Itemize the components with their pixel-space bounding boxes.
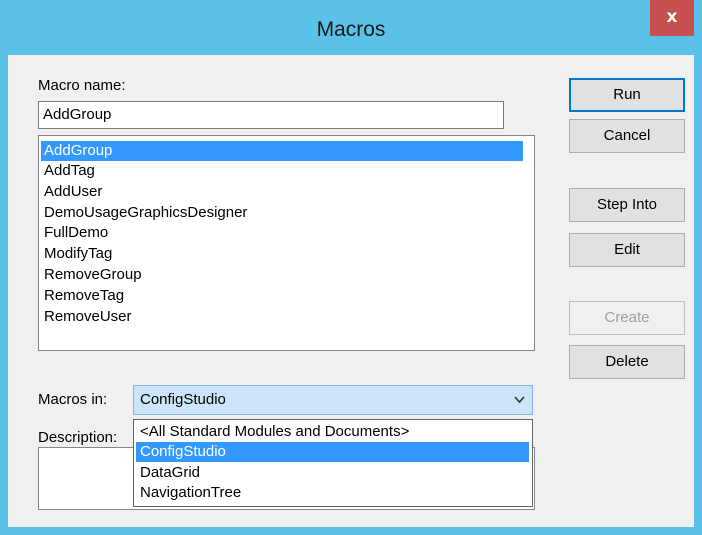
- close-icon: x: [666, 7, 678, 27]
- list-item-addtag[interactable]: AddTag: [41, 161, 98, 181]
- list-item-adduser[interactable]: AddUser: [41, 182, 105, 202]
- dialog-body: Macro name: AddGroup AddGroup AddTag Add…: [8, 55, 694, 527]
- dropdown-option-all-standard-modules[interactable]: <All Standard Modules and Documents>: [136, 422, 529, 442]
- title-bar[interactable]: Macros x: [0, 0, 702, 55]
- list-item-removeuser[interactable]: RemoveUser: [41, 307, 135, 327]
- macro-name-label: Macro name:: [38, 77, 126, 94]
- dropdown-option-configstudio[interactable]: ConfigStudio: [136, 442, 529, 462]
- description-label: Description:: [38, 429, 118, 446]
- step-into-button[interactable]: Step Into: [569, 188, 685, 222]
- cancel-button[interactable]: Cancel: [569, 119, 685, 153]
- run-button[interactable]: Run: [569, 78, 685, 112]
- dropdown-option-datagrid[interactable]: DataGrid: [136, 463, 529, 483]
- list-item-modifytag[interactable]: ModifyTag: [41, 244, 115, 264]
- close-button[interactable]: x: [650, 0, 694, 36]
- macros-in-dropdown: <All Standard Modules and Documents> Con…: [133, 419, 533, 507]
- edit-button[interactable]: Edit: [569, 233, 685, 267]
- macros-in-value: ConfigStudio: [140, 391, 226, 408]
- list-item-removetag[interactable]: RemoveTag: [41, 286, 127, 306]
- dropdown-option-navigationtree[interactable]: NavigationTree: [136, 483, 529, 503]
- delete-button[interactable]: Delete: [569, 345, 685, 379]
- create-button: Create: [569, 301, 685, 335]
- list-item-addgroup[interactable]: AddGroup: [41, 141, 523, 161]
- macros-in-label: Macros in:: [38, 391, 108, 408]
- macros-dialog: Macros x Macro name: AddGroup AddGroup A…: [0, 0, 702, 535]
- macro-name-input[interactable]: AddGroup: [38, 101, 504, 129]
- chevron-down-icon: [514, 396, 525, 404]
- window-title: Macros: [316, 18, 386, 41]
- macro-list[interactable]: AddGroup AddTag AddUser DemoUsageGraphic…: [38, 135, 535, 351]
- list-item-demousagegraphicsdesigner[interactable]: DemoUsageGraphicsDesigner: [41, 203, 250, 223]
- list-item-fulldemo[interactable]: FullDemo: [41, 223, 111, 243]
- macros-in-select[interactable]: ConfigStudio: [133, 385, 533, 415]
- list-item-removegroup[interactable]: RemoveGroup: [41, 265, 145, 285]
